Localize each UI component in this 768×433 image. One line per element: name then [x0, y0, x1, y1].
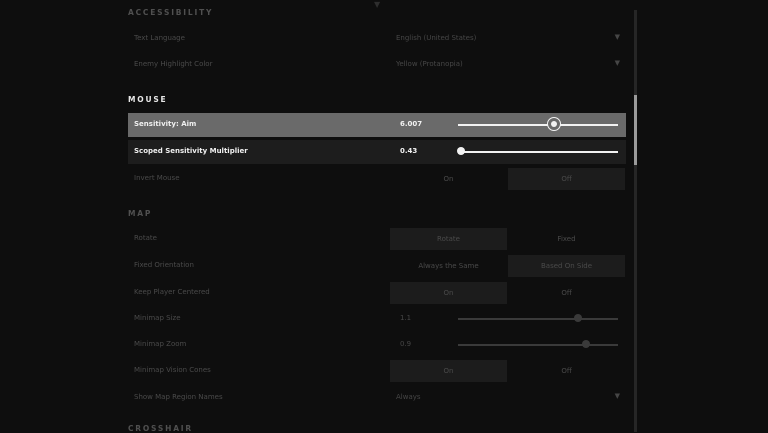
setting-minimap-zoom[interactable]: Minimap Zoom 0.9 — [128, 333, 626, 357]
region-names-dropdown[interactable]: Always ▼ — [390, 386, 626, 410]
slider-handle[interactable] — [582, 340, 590, 348]
scrollbar-track[interactable] — [634, 10, 637, 432]
dropdown-value: English (United States) — [396, 34, 477, 42]
minimap-size-slider[interactable] — [458, 314, 618, 322]
setting-show-map-region-names[interactable]: Show Map Region Names Always ▼ — [128, 386, 626, 410]
setting-label: Scoped Sensitivity Multiplier — [134, 147, 248, 155]
setting-label: Minimap Size — [134, 314, 181, 322]
section-accessibility: Accessibility — [128, 8, 214, 17]
settings-panel: Accessibility Text Language English (Uni… — [128, 0, 628, 433]
keep-centered-off-button[interactable]: Off — [508, 282, 625, 304]
minimap-zoom-slider[interactable] — [458, 340, 618, 348]
enemy-highlight-dropdown[interactable]: Yellow (Protanopia) ▼ — [390, 53, 626, 77]
fixed-button[interactable]: Fixed — [508, 228, 625, 250]
setting-label: Enemy Highlight Color — [134, 60, 213, 68]
setting-invert-mouse[interactable]: Invert Mouse On Off — [128, 167, 626, 191]
sensitivity-aim-value[interactable]: 6.007 — [400, 120, 422, 128]
setting-sensitivity-aim[interactable]: Sensitivity: Aim 6.007 — [128, 113, 626, 137]
text-language-dropdown[interactable]: English (United States) ▼ — [390, 27, 626, 51]
setting-label: Keep Player Centered — [134, 288, 210, 296]
setting-label: Invert Mouse — [134, 174, 180, 182]
keep-centered-on-button[interactable]: On — [390, 282, 507, 304]
section-mouse: Mouse — [128, 95, 168, 104]
section-map: Map — [128, 209, 153, 218]
minimap-zoom-value[interactable]: 0.9 — [400, 340, 411, 348]
chevron-down-icon: ▼ — [614, 59, 620, 67]
setting-rotate[interactable]: Rotate Rotate Fixed — [128, 227, 626, 251]
rotate-button[interactable]: Rotate — [390, 228, 507, 250]
slider-handle[interactable] — [574, 314, 582, 322]
setting-label: Fixed Orientation — [134, 261, 194, 269]
vision-cones-off-button[interactable]: Off — [508, 360, 625, 382]
setting-label: Text Language — [134, 34, 185, 42]
orientation-based-on-side-button[interactable]: Based On Side — [508, 255, 625, 277]
setting-label: Minimap Vision Cones — [134, 366, 211, 374]
invert-mouse-on-button[interactable]: On — [390, 168, 507, 190]
chevron-down-icon: ▼ — [614, 392, 620, 400]
setting-label: Rotate — [134, 234, 157, 242]
setting-enemy-highlight-color[interactable]: Enemy Highlight Color Yellow (Protanopia… — [128, 53, 626, 77]
dropdown-value: Yellow (Protanopia) — [396, 60, 463, 68]
setting-minimap-vision-cones[interactable]: Minimap Vision Cones On Off — [128, 359, 626, 383]
setting-label: Minimap Zoom — [134, 340, 187, 348]
setting-keep-player-centered[interactable]: Keep Player Centered On Off — [128, 281, 626, 305]
setting-fixed-orientation[interactable]: Fixed Orientation Always the Same Based … — [128, 254, 626, 278]
chevron-down-icon: ▼ — [614, 33, 620, 41]
settings-screen: ▼ Accessibility Text Language English (U… — [0, 0, 768, 433]
orientation-always-same-button[interactable]: Always the Same — [390, 255, 507, 277]
scoped-multiplier-slider[interactable] — [457, 147, 618, 155]
scrollbar-thumb[interactable] — [634, 95, 637, 165]
slider-handle[interactable] — [546, 117, 561, 131]
scoped-multiplier-value[interactable]: 0.43 — [400, 147, 417, 155]
setting-label: Sensitivity: Aim — [134, 120, 197, 128]
sensitivity-aim-slider[interactable] — [458, 117, 618, 131]
minimap-size-value[interactable]: 1.1 — [400, 314, 411, 322]
setting-minimap-size[interactable]: Minimap Size 1.1 — [128, 307, 626, 331]
setting-text-language[interactable]: Text Language English (United States) ▼ — [128, 27, 626, 51]
slider-handle[interactable] — [457, 147, 466, 155]
dropdown-value: Always — [396, 393, 421, 401]
vision-cones-on-button[interactable]: On — [390, 360, 507, 382]
invert-mouse-off-button[interactable]: Off — [508, 168, 625, 190]
setting-label: Show Map Region Names — [134, 393, 223, 401]
setting-scoped-sensitivity-multiplier[interactable]: Scoped Sensitivity Multiplier 0.43 — [128, 140, 626, 164]
